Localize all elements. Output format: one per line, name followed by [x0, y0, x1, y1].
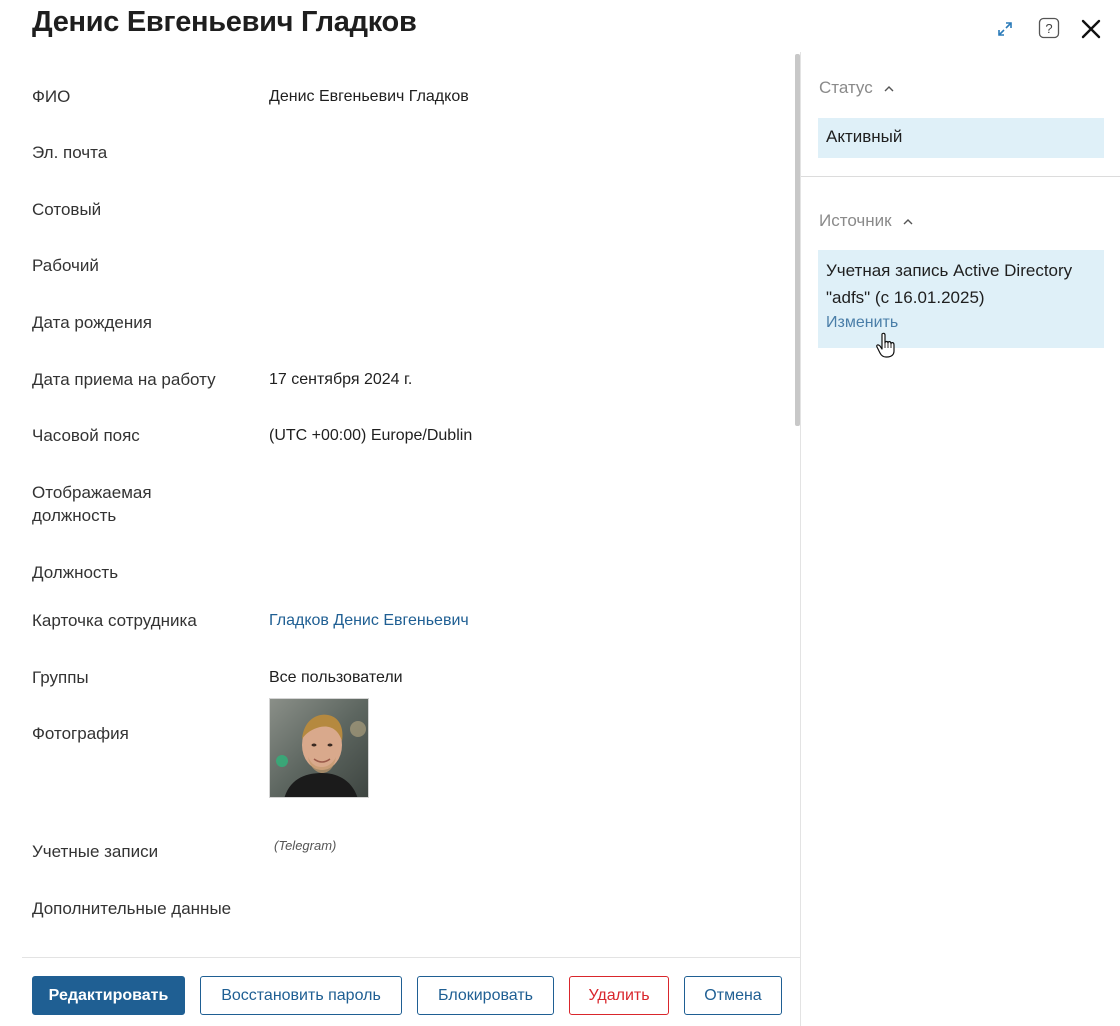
reset-password-button[interactable]: Восстановить пароль [200, 976, 402, 1015]
source-value: Учетная запись Active Directory "adfs" (… [826, 261, 1073, 307]
field-label: Группы [32, 668, 89, 687]
field-label: Рабочий [32, 256, 99, 275]
status-heading: Статус [819, 78, 873, 97]
change-source-link[interactable]: Изменить [826, 313, 898, 333]
section-divider [801, 176, 1120, 177]
chevron-up-icon [902, 211, 914, 231]
source-info-box: Учетная запись Active Directory "adfs" (… [818, 250, 1104, 348]
field-label: Дополнительные данные [32, 899, 232, 918]
field-label: Фотография [32, 724, 129, 743]
expand-icon[interactable] [994, 18, 1016, 40]
source-heading: Источник [819, 211, 892, 230]
user-photo [269, 698, 369, 798]
field-label: Учетные записи [32, 842, 159, 861]
user-details-panel: ФИО Денис Евгеньевич Гладков Эл. почта С… [0, 52, 800, 957]
field-label: Сотовый [32, 200, 102, 219]
field-value: Все пользователи [269, 669, 403, 686]
field-label: Дата приема на работу [32, 370, 216, 389]
field-label: Отображаемая должность [32, 483, 152, 525]
help-icon[interactable]: ? [1038, 17, 1060, 39]
field-label: Эл. почта [32, 143, 108, 162]
edit-button[interactable]: Редактировать [32, 976, 185, 1015]
hand-pointer-cursor-icon [876, 332, 896, 358]
delete-button[interactable]: Удалить [569, 976, 669, 1015]
cancel-button[interactable]: Отмена [684, 976, 782, 1015]
field-label: Карточка сотрудника [32, 611, 197, 630]
status-value: Активный [818, 118, 1104, 158]
field-value: (Telegram) [274, 838, 337, 853]
field-value: 17 сентября 2024 г. [269, 371, 413, 388]
svg-text:?: ? [1045, 21, 1052, 36]
dialog-footer: Редактировать Восстановить пароль Блокир… [0, 957, 800, 1026]
field-label: Часовой пояс [32, 426, 140, 445]
block-button[interactable]: Блокировать [417, 976, 554, 1015]
field-label: ФИО [32, 87, 71, 106]
sidebar: Статус Активный Источник Учетная запись … [801, 52, 1120, 1026]
chevron-up-icon [883, 78, 895, 98]
field-value: Денис Евгеньевич Гладков [269, 88, 469, 105]
dialog-header: Денис Евгеньевич Гладков [0, 0, 1120, 52]
field-label: Должность [32, 563, 119, 582]
footer-divider [22, 957, 800, 958]
status-section-header[interactable]: Статус [819, 78, 895, 98]
page-title: Денис Евгеньевич Гладков [32, 6, 417, 38]
employee-card-link[interactable]: Гладков Денис Евгеньевич [269, 609, 469, 632]
field-value: (UTC +00:00) Europe/Dublin [269, 427, 473, 444]
source-section-header[interactable]: Источник [819, 211, 914, 231]
field-label: Дата рождения [32, 313, 152, 332]
close-icon[interactable] [1078, 16, 1104, 42]
